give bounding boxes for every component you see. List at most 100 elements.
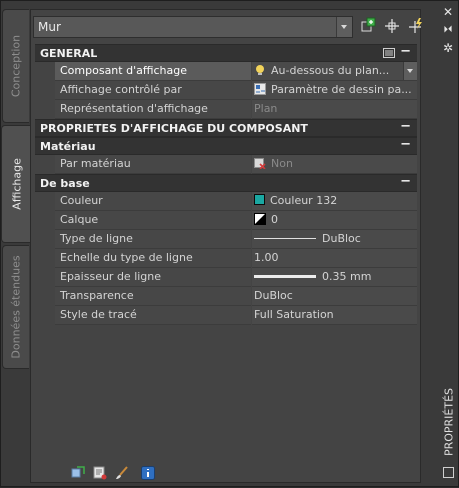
row-gutter	[35, 230, 55, 249]
property-value[interactable]: Couleur 132	[252, 192, 417, 211]
property-value[interactable]: DuBloc	[252, 230, 417, 249]
tab-affichage-label: Affichage	[10, 158, 23, 210]
property-value[interactable]: 0	[252, 211, 417, 230]
info-icon[interactable]	[141, 466, 155, 480]
property-label: Affichage contrôlé par	[55, 81, 251, 100]
property-value[interactable]: DuBloc	[252, 287, 417, 306]
select-icon	[385, 19, 399, 33]
palette-menu-icon[interactable]	[443, 467, 454, 478]
section-debase-title: De base	[40, 177, 90, 190]
object-type-value: Mur	[38, 20, 61, 34]
lineweight-sample	[254, 275, 316, 278]
property-row[interactable]: Couleur Couleur 132	[35, 192, 417, 211]
row-gutter	[35, 268, 55, 287]
property-value[interactable]: 1.00	[252, 249, 417, 268]
property-value-text: Non	[271, 157, 293, 170]
palette-title: PROPRIÉTÉS	[441, 387, 457, 457]
toggle-pickadd-icon[interactable]	[383, 48, 395, 58]
section-de-base[interactable]: De base −	[35, 174, 417, 192]
property-label: Couleur	[55, 192, 251, 211]
tab-affichage[interactable]: Affichage	[1, 125, 31, 243]
drawing-settings-icon	[254, 83, 266, 95]
property-value-display-component[interactable]: Au-dessous du plan...	[252, 62, 417, 81]
property-row[interactable]: Calque 0	[35, 211, 417, 230]
section-general-title: GENERAL	[40, 47, 98, 60]
properties-palette: Conception Affichage Données étendues Mu…	[0, 0, 459, 487]
property-row[interactable]: Epaisseur de ligne 0.35 mm	[35, 268, 417, 287]
property-value-text: Paramètre de dessin pa...	[271, 83, 412, 96]
combo-dropdown-button[interactable]	[336, 17, 352, 37]
row-gutter	[35, 155, 55, 174]
property-label: Style de tracé	[55, 306, 251, 325]
section-component-display-props[interactable]: PROPRIETES D'AFFICHAGE DU COMPOSANT −	[35, 119, 417, 137]
property-value[interactable]: Full Saturation	[252, 306, 417, 325]
close-icon[interactable]: ✕	[441, 5, 455, 19]
material-disabled-icon	[254, 158, 266, 169]
property-value-text: 0	[271, 213, 278, 226]
value-dropdown-button[interactable]	[403, 62, 417, 80]
row-gutter	[35, 211, 55, 230]
row-gutter	[35, 100, 55, 119]
tab-conception-label: Conception	[9, 34, 23, 98]
property-label: Echelle du type de ligne	[55, 249, 251, 268]
property-value: Non	[252, 155, 417, 174]
property-label: Epaisseur de ligne	[55, 268, 251, 287]
select-similar-icon[interactable]	[71, 466, 85, 480]
property-value-text: 0.35 mm	[322, 270, 372, 283]
lightbulb-icon	[256, 65, 264, 75]
property-value-text: DuBloc	[322, 232, 361, 245]
row-gutter	[35, 81, 55, 100]
property-label: Transparence	[55, 287, 251, 306]
row-gutter	[35, 192, 55, 211]
row-gutter	[35, 62, 55, 81]
autohide-icon[interactable]: ⏵⏴	[441, 23, 455, 37]
row-gutter	[35, 249, 55, 268]
properties-panel: Mur GENERAL − Composant d'affichage Au-d…	[30, 9, 422, 483]
add-to-selection-button[interactable]	[359, 17, 379, 37]
section-general[interactable]: GENERAL −	[35, 44, 417, 62]
property-value-text: Au-dessous du plan...	[271, 64, 390, 77]
property-label: Composant d'affichage	[55, 62, 251, 81]
property-row[interactable]: Echelle du type de ligne 1.00	[35, 249, 417, 268]
property-row[interactable]: Style de tracé Full Saturation	[35, 306, 417, 325]
collapse-icon[interactable]: −	[400, 44, 411, 59]
collapse-icon[interactable]: −	[400, 137, 411, 152]
tab-donnees-label: Données étendues	[9, 255, 23, 359]
property-label: Type de ligne	[55, 230, 251, 249]
layer-icon	[254, 213, 266, 225]
property-grid: GENERAL − Composant d'affichage Au-desso…	[35, 44, 417, 325]
property-row[interactable]: Représentation d'affichage Plan	[35, 100, 417, 119]
property-label: Représentation d'affichage	[55, 100, 251, 119]
section-props-title: PROPRIETES D'AFFICHAGE DU COMPOSANT	[40, 122, 308, 135]
tab-donnees-etendues[interactable]: Données étendues	[2, 245, 29, 369]
property-value[interactable]: 0.35 mm	[252, 268, 417, 287]
chevron-down-icon	[341, 25, 347, 29]
paintbrush-icon[interactable]	[115, 466, 129, 480]
palette-title-text: PROPRIÉTÉS	[442, 387, 456, 457]
color-swatch-icon	[254, 194, 265, 205]
property-row[interactable]: Par matériau Non	[35, 155, 417, 174]
property-value[interactable]: Paramètre de dessin pa...	[252, 81, 417, 100]
select-objects-button[interactable]	[383, 17, 403, 37]
collapse-icon[interactable]: −	[400, 119, 411, 134]
property-row[interactable]: Affichage contrôlé par Paramètre de dess…	[35, 81, 417, 100]
collapse-icon[interactable]: −	[400, 174, 411, 189]
object-type-select[interactable]: Mur	[33, 16, 353, 38]
property-value-text: Couleur 132	[270, 194, 338, 207]
quickselect-icon	[409, 18, 422, 33]
tab-conception[interactable]: Conception	[2, 9, 29, 123]
section-materiau[interactable]: Matériau −	[35, 137, 417, 155]
row-gutter	[35, 306, 55, 325]
property-label: Calque	[55, 211, 251, 230]
quick-select-button[interactable]	[407, 17, 427, 37]
property-value: Plan	[252, 100, 417, 119]
gear-icon[interactable]: ✲	[441, 41, 455, 55]
chevron-down-icon	[407, 69, 413, 73]
linetype-sample	[254, 238, 316, 239]
property-row[interactable]: Transparence DuBloc	[35, 287, 417, 306]
property-row[interactable]: Type de ligne DuBloc	[35, 230, 417, 249]
edit-style-icon[interactable]	[93, 466, 107, 480]
property-row[interactable]: Composant d'affichage Au-dessous du plan…	[35, 62, 417, 81]
property-label: Par matériau	[55, 155, 251, 174]
row-gutter	[35, 287, 55, 306]
